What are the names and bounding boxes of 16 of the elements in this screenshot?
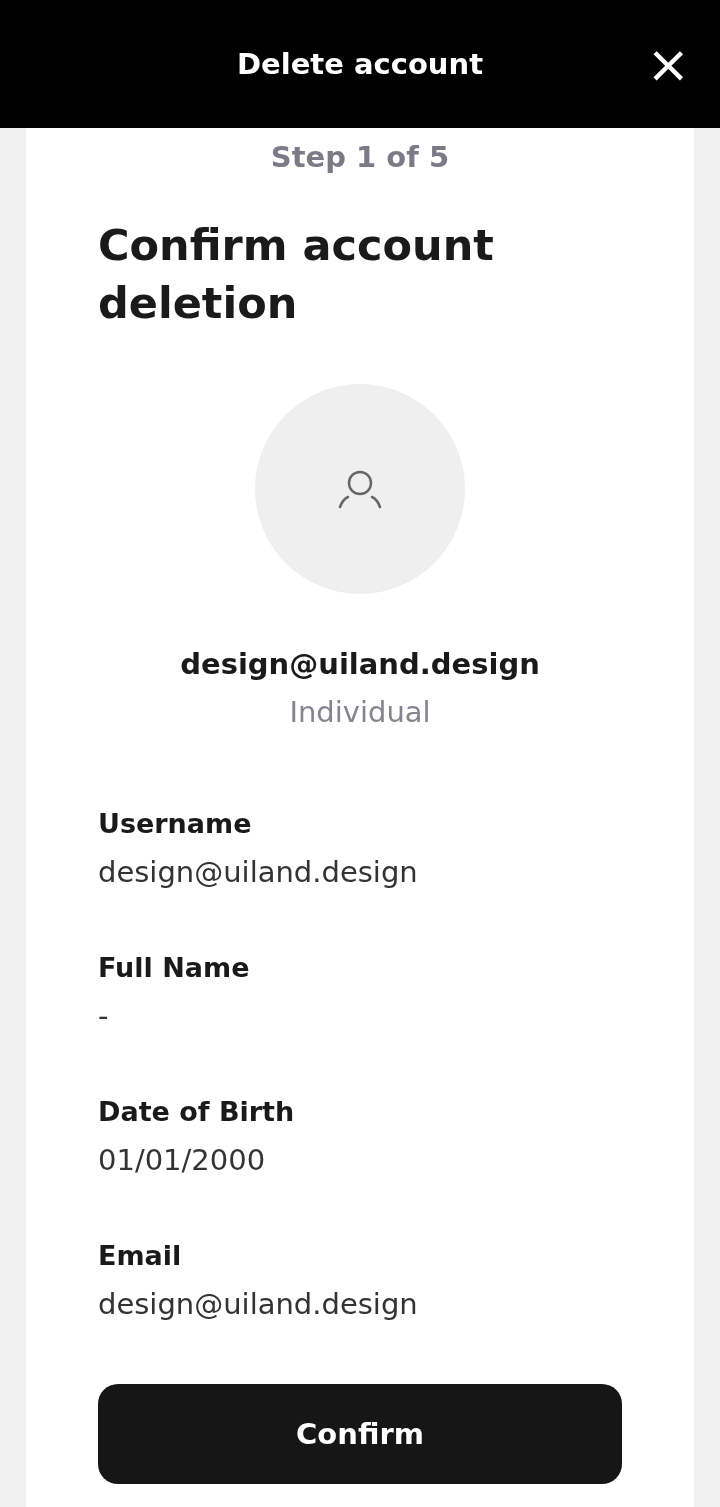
field-value: design@uiland.design [98, 854, 419, 891]
field-label: Date of Birth [98, 1095, 296, 1129]
field-label: Email [98, 1239, 183, 1273]
field-value: 01/01/2000 [98, 1142, 267, 1179]
header-title: Delete account [237, 47, 483, 81]
profile-email: design@uiland.design [179, 646, 541, 683]
person-icon [337, 469, 383, 509]
field-value: design@uiland.design [98, 1286, 419, 1323]
field-label: Username [98, 807, 253, 841]
step-indicator: Step 1 of 5 [269, 139, 451, 176]
page-heading: Confirm account deletion [98, 219, 495, 330]
close-button[interactable]: × [646, 38, 690, 90]
confirm-button[interactable]: Confirm [98, 1384, 622, 1484]
field-label: Full Name [98, 951, 251, 985]
account-type: Individual [288, 694, 432, 731]
field-value: - [98, 998, 110, 1035]
